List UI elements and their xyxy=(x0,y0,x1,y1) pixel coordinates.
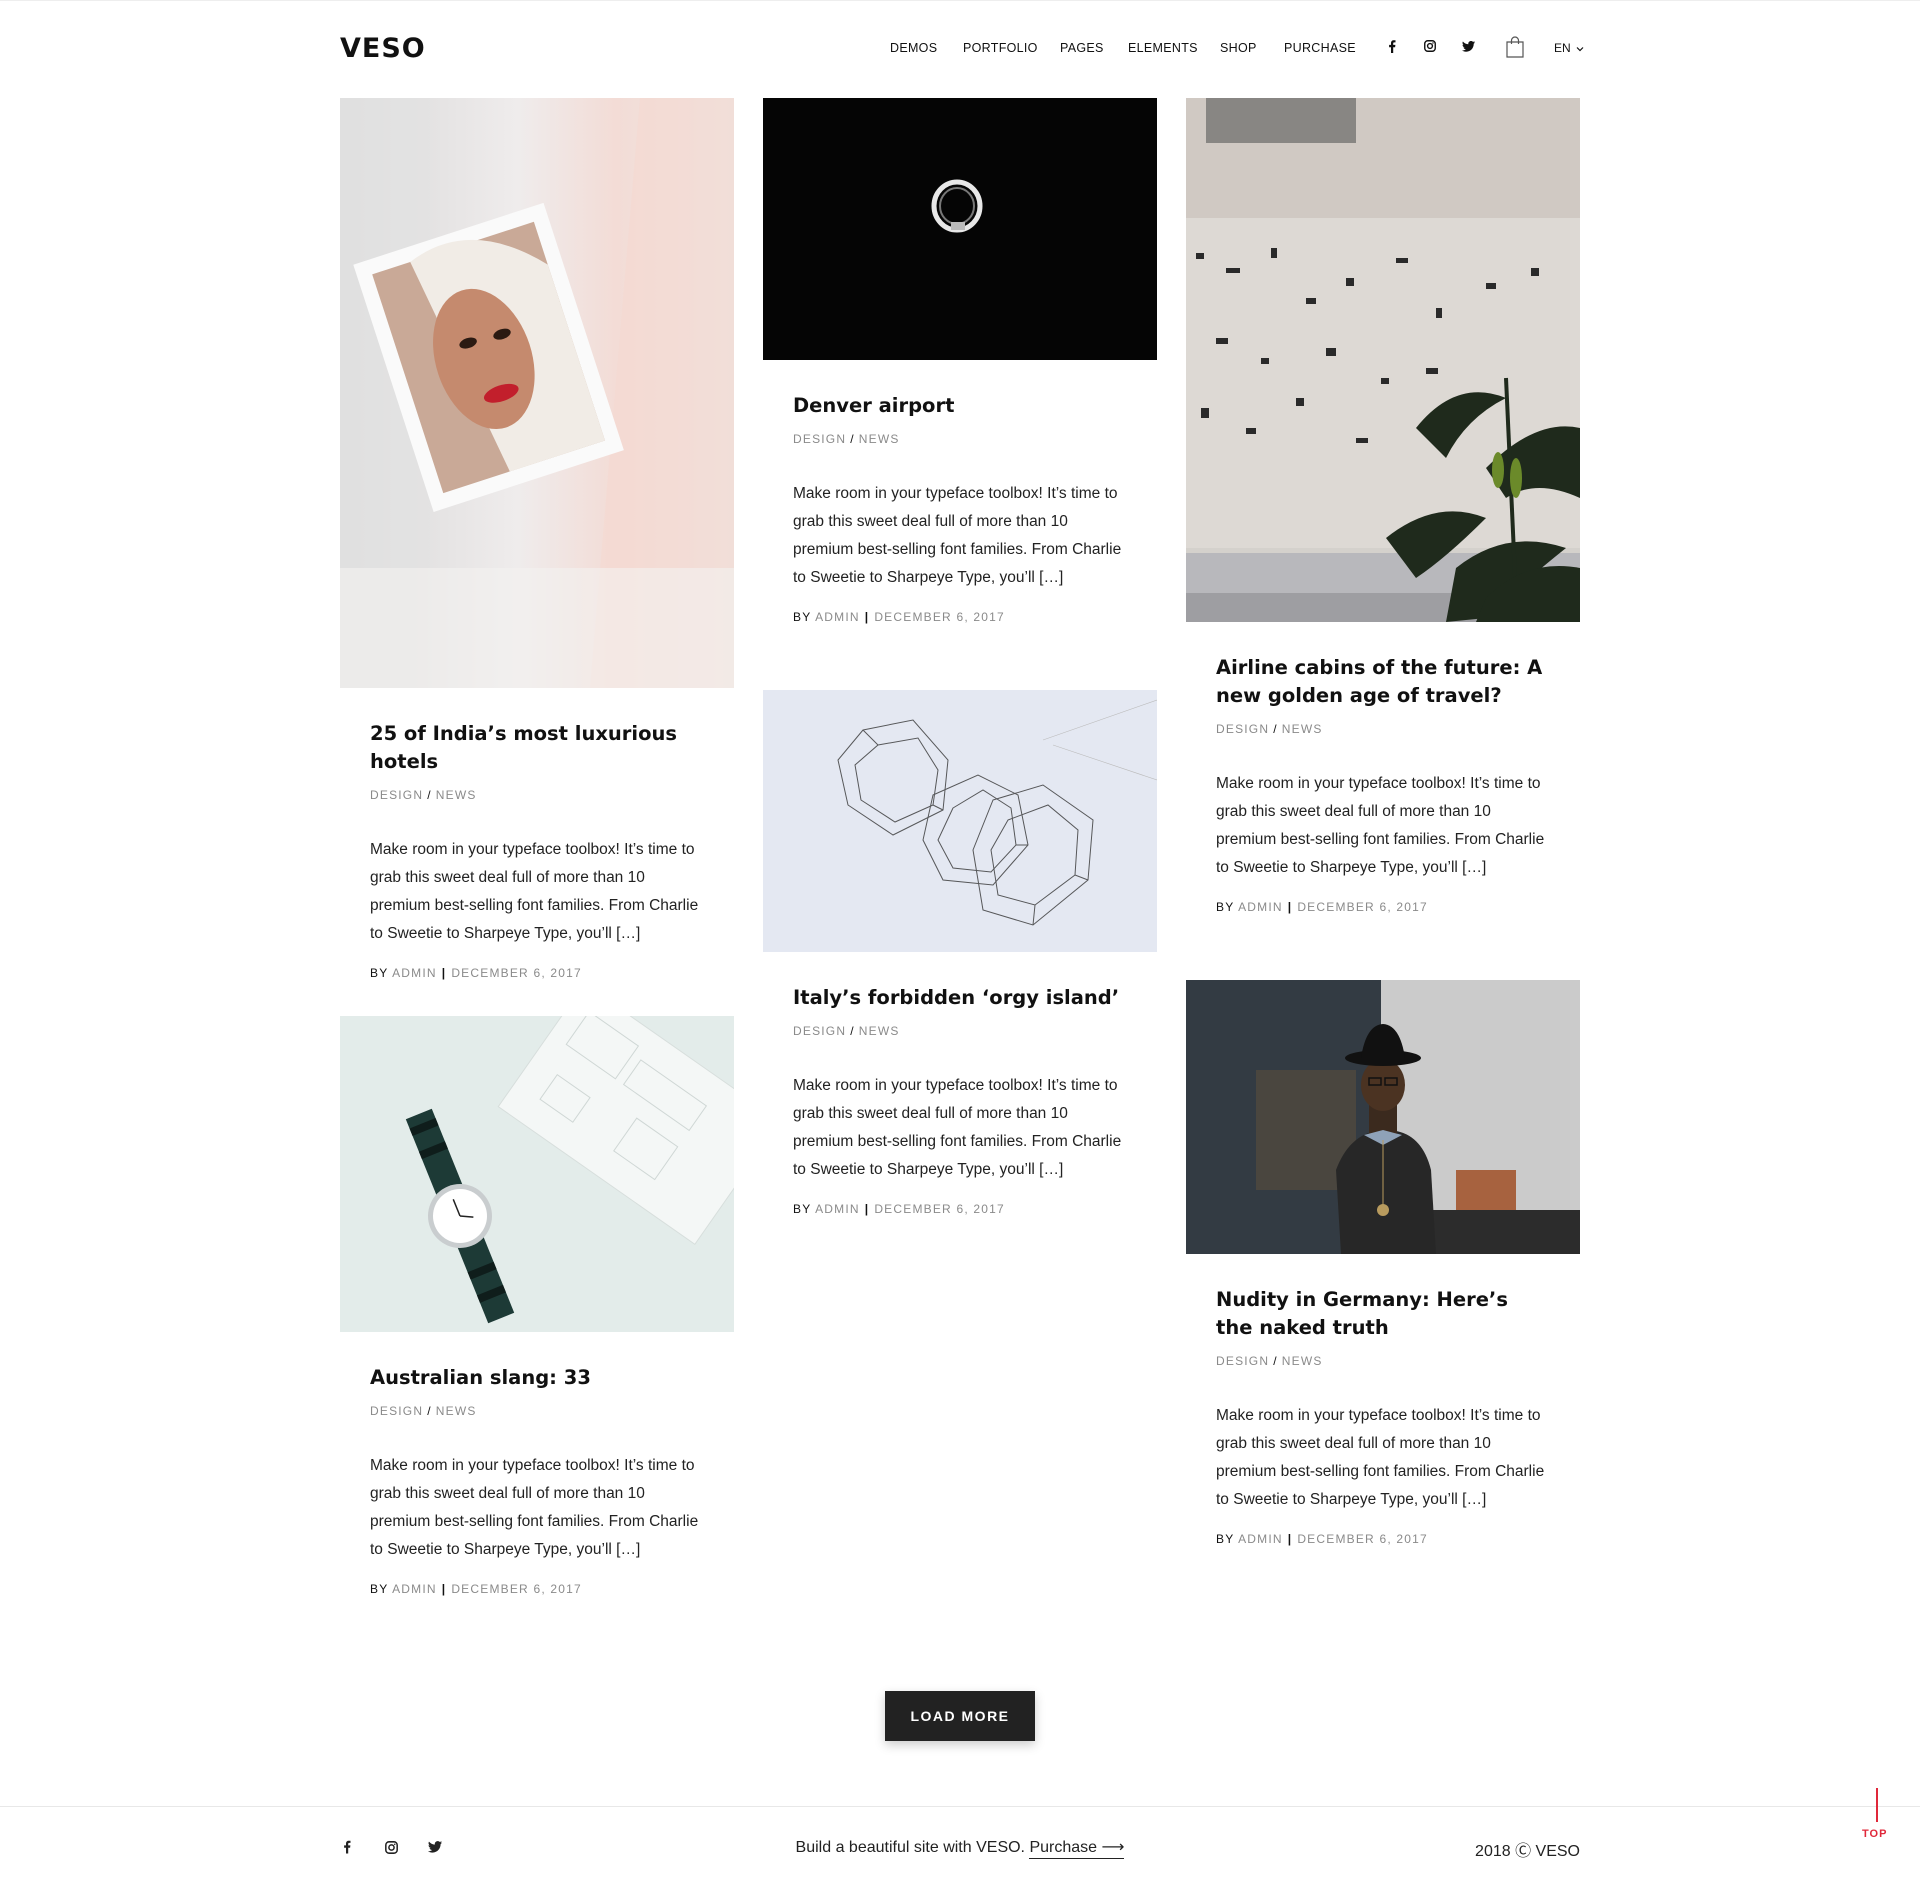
post-excerpt: Make room in your typeface toolbox! It’s… xyxy=(793,1077,1122,1178)
category-link[interactable]: NEWS xyxy=(1282,722,1323,736)
by-label: BY xyxy=(793,1202,812,1216)
author-link[interactable]: ADMIN xyxy=(1238,1532,1283,1546)
by-label: BY xyxy=(793,610,812,624)
category-link[interactable]: DESIGN xyxy=(793,432,846,446)
author-link[interactable]: ADMIN xyxy=(1238,900,1283,914)
category-link[interactable]: DESIGN xyxy=(793,1024,846,1038)
post-excerpt: Make room in your typeface toolbox! It’s… xyxy=(370,1457,699,1558)
post-categories: DESIGN / NEWS xyxy=(1216,1354,1323,1368)
author-link[interactable]: ADMIN xyxy=(392,966,437,980)
post-image-man-hat[interactable] xyxy=(1186,980,1580,1254)
facebook-icon[interactable] xyxy=(1385,39,1399,53)
post-title[interactable]: Denver airport xyxy=(793,392,1127,420)
post-excerpt: Make room in your typeface toolbox! It’s… xyxy=(1216,1407,1545,1508)
nav-item-purchase[interactable]: PURCHASE xyxy=(1284,41,1356,55)
post-date: DECEMBER 6, 2017 xyxy=(1297,1532,1428,1546)
post-meta: BY ADMIN | DECEMBER 6, 2017 xyxy=(1216,1532,1428,1546)
post-title[interactable]: Nudity in Germany: Here’s the naked trut… xyxy=(1216,1286,1550,1342)
category-link[interactable]: NEWS xyxy=(859,1024,900,1038)
post-excerpt: Make room in your typeface toolbox! It’s… xyxy=(370,841,699,942)
author-link[interactable]: ADMIN xyxy=(815,1202,860,1216)
post-categories: DESIGN / NEWS xyxy=(1216,722,1323,736)
post-card: 25 of India’s most luxurious hotels DESI… xyxy=(340,98,734,980)
site-footer: Build a beautiful site with VESO. Purcha… xyxy=(0,1806,1920,1882)
author-link[interactable]: ADMIN xyxy=(815,610,860,624)
author-link[interactable]: ADMIN xyxy=(392,1582,437,1596)
post-date: DECEMBER 6, 2017 xyxy=(451,966,582,980)
copyright: 2018 Ⓒ VESO xyxy=(1475,1843,1580,1860)
site-header: VESO DEMOS PORTFOLIO PAGES ELEMENTS SHOP… xyxy=(0,0,1920,96)
by-label: BY xyxy=(370,1582,389,1596)
post-categories: DESIGN / NEWS xyxy=(793,1024,900,1038)
category-link[interactable]: NEWS xyxy=(859,432,900,446)
footer-tagline: Build a beautiful site with VESO. Purcha… xyxy=(0,1837,1920,1859)
load-more-button[interactable]: LOAD MORE xyxy=(885,1691,1035,1741)
post-card: Denver airport DESIGN / NEWS Make room in … xyxy=(763,98,1157,624)
post-card: Italy’s forbidden ‘orgy island’ DESIGN / N… xyxy=(763,690,1157,1216)
back-to-top-line xyxy=(1876,1788,1878,1822)
post-title[interactable]: 25 of India’s most luxurious hotels xyxy=(370,720,704,776)
back-to-top-button[interactable]: TOP xyxy=(1862,1788,1892,1848)
post-categories: DESIGN / NEWS xyxy=(370,1404,477,1418)
category-link[interactable]: DESIGN xyxy=(370,788,423,802)
post-image-glass-sculpture[interactable] xyxy=(763,690,1157,952)
nav-item-pages[interactable]: PAGES xyxy=(1060,41,1104,55)
category-link[interactable]: DESIGN xyxy=(1216,722,1269,736)
site-logo[interactable]: VESO xyxy=(340,33,426,64)
post-categories: DESIGN / NEWS xyxy=(793,432,900,446)
nav-item-demos[interactable]: DEMOS xyxy=(890,41,937,55)
post-card: Airline cabins of the future: A new gold… xyxy=(1186,98,1580,914)
nav-item-shop[interactable]: SHOP xyxy=(1220,41,1257,55)
header-social-icons xyxy=(1385,39,1475,53)
category-link[interactable]: DESIGN xyxy=(1216,1354,1269,1368)
by-label: BY xyxy=(370,966,389,980)
post-excerpt: Make room in your typeface toolbox! It’s… xyxy=(1216,775,1545,876)
post-meta: BY ADMIN | DECEMBER 6, 2017 xyxy=(370,966,582,980)
footer-tagline-text: Build a beautiful site with VESO. xyxy=(795,1839,1025,1856)
post-meta: BY ADMIN | DECEMBER 6, 2017 xyxy=(370,1582,582,1596)
post-date: DECEMBER 6, 2017 xyxy=(1297,900,1428,914)
twitter-icon[interactable] xyxy=(1461,39,1475,53)
category-link[interactable]: NEWS xyxy=(436,788,477,802)
post-title[interactable]: Italy’s forbidden ‘orgy island’ xyxy=(793,984,1127,1012)
shopping-bag-icon[interactable] xyxy=(1505,36,1525,63)
category-link[interactable]: NEWS xyxy=(1282,1354,1323,1368)
post-image-ring[interactable] xyxy=(763,98,1157,360)
post-date: DECEMBER 6, 2017 xyxy=(451,1582,582,1596)
purchase-link[interactable]: Purchase ⟶ xyxy=(1029,1839,1125,1859)
language-selector[interactable]: EN xyxy=(1554,41,1584,55)
category-link[interactable]: DESIGN xyxy=(370,1404,423,1418)
post-date: DECEMBER 6, 2017 xyxy=(874,610,1005,624)
post-meta: BY ADMIN | DECEMBER 6, 2017 xyxy=(793,1202,1005,1216)
post-image-mirror-portrait[interactable] xyxy=(340,98,734,688)
post-image-brick-wall-plant[interactable] xyxy=(1186,98,1580,622)
instagram-icon[interactable] xyxy=(1423,39,1437,53)
by-label: BY xyxy=(1216,900,1235,914)
post-excerpt: Make room in your typeface toolbox! It’s… xyxy=(793,485,1122,586)
by-label: BY xyxy=(1216,1532,1235,1546)
category-link[interactable]: NEWS xyxy=(436,1404,477,1418)
post-title[interactable]: Airline cabins of the future: A new gold… xyxy=(1216,654,1550,710)
nav-item-elements[interactable]: ELEMENTS xyxy=(1128,41,1198,55)
post-date: DECEMBER 6, 2017 xyxy=(874,1202,1005,1216)
post-image-watch[interactable] xyxy=(340,1016,734,1332)
post-categories: DESIGN / NEWS xyxy=(370,788,477,802)
post-meta: BY ADMIN | DECEMBER 6, 2017 xyxy=(793,610,1005,624)
post-card: Australian slang: 33 DESIGN / NEWS Make ro… xyxy=(340,1016,734,1596)
post-meta: BY ADMIN | DECEMBER 6, 2017 xyxy=(1216,900,1428,914)
post-card: Nudity in Germany: Here’s the naked trut… xyxy=(1186,980,1580,1546)
language-label: EN xyxy=(1554,41,1571,55)
nav-item-portfolio[interactable]: PORTFOLIO xyxy=(963,41,1038,55)
chevron-down-icon xyxy=(1576,46,1584,52)
post-title[interactable]: Australian slang: 33 xyxy=(370,1364,704,1392)
back-to-top-label: TOP xyxy=(1862,1828,1888,1840)
